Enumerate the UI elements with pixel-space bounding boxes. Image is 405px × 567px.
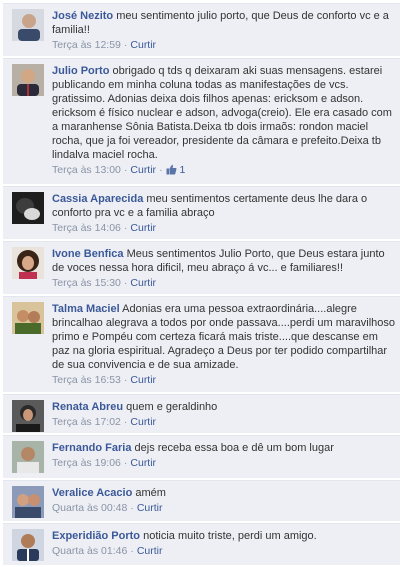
like-link[interactable]: Curtir (130, 457, 156, 469)
like-link[interactable]: Curtir (130, 164, 156, 176)
comment-text: amém (135, 487, 166, 499)
comment-author[interactable]: Fernando Faria (52, 442, 131, 454)
avatar[interactable] (12, 247, 44, 279)
comment-meta: Terça às 17:02 · Curtir (52, 416, 157, 428)
comment-body: Renata Abreu quem e geraldinho Terça às … (52, 400, 396, 429)
comment-item: Experidião Porto noticia muito triste, p… (3, 523, 400, 565)
avatar[interactable] (12, 441, 44, 473)
comment-meta: Terça às 16:53 · Curtir (52, 374, 157, 386)
comment-body: Experidião Porto noticia muito triste, p… (52, 529, 396, 558)
avatar[interactable] (12, 529, 44, 561)
like-count[interactable]: 1 (166, 164, 185, 179)
comment-body: José Nezito meu sentimento julio porto, … (52, 9, 396, 52)
comment-text: obrigado q tds q deixaram aki suas mensa… (52, 65, 392, 161)
comment-time[interactable]: Terça às 19:06 (52, 457, 121, 469)
comment-time[interactable]: Quarta às 00:48 (52, 502, 127, 514)
comment-author[interactable]: Cassia Aparecida (52, 193, 143, 205)
comment-author[interactable]: Julio Porto (52, 65, 109, 77)
comment-meta: Terça às 12:59 · Curtir (52, 39, 157, 51)
comment-time[interactable]: Terça às 17:02 (52, 416, 121, 428)
comment-time[interactable]: Terça às 13:00 (52, 164, 121, 176)
avatar[interactable] (12, 192, 44, 224)
like-link[interactable]: Curtir (137, 502, 163, 514)
comment-author[interactable]: Renata Abreu (52, 401, 123, 413)
comment-item: Renata Abreu quem e geraldinho Terça às … (3, 394, 400, 433)
avatar[interactable] (12, 64, 44, 96)
thumbs-up-icon (166, 164, 177, 179)
like-link[interactable]: Curtir (130, 222, 156, 234)
comment-item: Fernando Faria dejs receba essa boa e dê… (3, 435, 400, 478)
comment-time[interactable]: Terça às 12:59 (52, 39, 121, 51)
avatar[interactable] (12, 400, 44, 432)
comment-text: noticia muito triste, perdi um amigo. (143, 530, 317, 542)
comment-author[interactable]: Ivone Benfica (52, 248, 124, 260)
comment-author[interactable]: Experidião Porto (52, 530, 140, 542)
comment-text: dejs receba essa boa e dê um bom lugar (134, 442, 334, 454)
comment-meta: Terça às 14:06 · Curtir (52, 222, 157, 234)
comment-body: Ivone Benfica Meus sentimentos Julio Por… (52, 247, 396, 290)
comment-item: Veralice Acacio amém Quarta às 00:48 · Cur… (3, 480, 400, 521)
comment-author[interactable]: Veralice Acacio (52, 487, 132, 499)
comment-item: Cassia Aparecida meu sentimentos certame… (3, 186, 400, 239)
comment-author[interactable]: Talma Maciel (52, 303, 120, 315)
comment-meta: Terça às 13:00 · Curtir · 1 (52, 164, 396, 179)
comment-meta: Quarta às 01:46 · Curtir (52, 545, 163, 557)
comment-time[interactable]: Terça às 14:06 (52, 222, 121, 234)
like-link[interactable]: Curtir (137, 545, 163, 557)
comment-item: Julio Porto obrigado q tds q deixaram ak… (3, 58, 400, 184)
avatar[interactable] (12, 302, 44, 334)
avatar[interactable] (12, 486, 44, 518)
like-link[interactable]: Curtir (130, 374, 156, 386)
comment-time[interactable]: Terça às 16:53 (52, 374, 121, 386)
comment-body: Fernando Faria dejs receba essa boa e dê… (52, 441, 396, 470)
comment-time[interactable]: Quarta às 01:46 (52, 545, 127, 557)
comment-body: Talma Maciel Adonias era uma pessoa extr… (52, 302, 396, 387)
comment-meta: Quarta às 00:48 · Curtir (52, 502, 163, 514)
like-link[interactable]: Curtir (130, 416, 156, 428)
like-link[interactable]: Curtir (130, 39, 156, 51)
comment-meta: Terça às 19:06 · Curtir (52, 457, 157, 469)
comment-text: quem e geraldinho (126, 401, 218, 413)
comment-list: José Nezito meu sentimento julio porto, … (0, 0, 405, 567)
comment-body: Cassia Aparecida meu sentimentos certame… (52, 192, 396, 235)
comment-item: Ivone Benfica Meus sentimentos Julio Por… (3, 241, 400, 294)
comment-author[interactable]: José Nezito (52, 10, 113, 22)
like-link[interactable]: Curtir (130, 277, 156, 289)
comment-body: Julio Porto obrigado q tds q deixaram ak… (52, 64, 396, 179)
comment-body: Veralice Acacio amém Quarta às 00:48 · Cur… (52, 486, 396, 515)
avatar[interactable] (12, 9, 44, 41)
comment-meta: Terça às 15:30 · Curtir (52, 277, 157, 289)
comment-item: José Nezito meu sentimento julio porto, … (3, 3, 400, 56)
comment-time[interactable]: Terça às 15:30 (52, 277, 121, 289)
comment-item: Talma Maciel Adonias era uma pessoa extr… (3, 296, 400, 392)
